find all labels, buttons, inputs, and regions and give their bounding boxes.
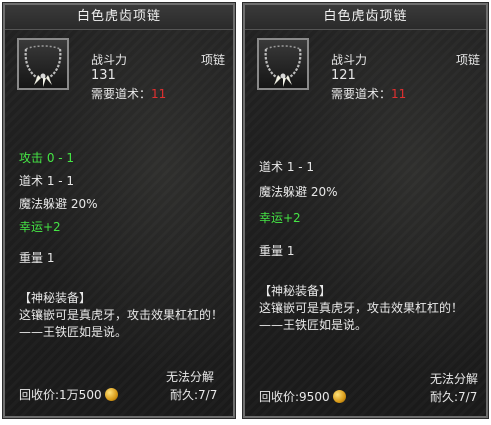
recycle-value: 1万500 [59, 388, 102, 402]
stat-luck: 幸运+2 [259, 211, 301, 225]
mystery-heading: 【神秘装备】 [259, 284, 332, 298]
mystery-description: 【神秘装备】 这镶嵌可是真虎牙，攻击效果杠杠的！——王铁匠如是说。 [19, 290, 229, 341]
stat-taoism: 道术 1 - 1 [259, 160, 315, 174]
gold-coin-icon [332, 390, 346, 403]
gold-coin-icon [104, 388, 118, 401]
item-icon-slot [257, 38, 309, 90]
requirement: 需要道术：11 [91, 85, 166, 102]
recycle-price: 回收价:1万500 [19, 386, 118, 403]
durability: 耐久:7/7 [170, 388, 218, 402]
item-title: 白色虎齿项链 [5, 5, 233, 30]
tiger-tooth-necklace-icon [264, 45, 302, 87]
durability: 耐久:7/7 [430, 390, 478, 404]
mystery-text: 这镶嵌可是真虎牙，攻击效果杠杠的！——王铁匠如是说。 [19, 308, 224, 339]
stat-luck: 幸运+2 [19, 220, 61, 234]
stat-weight: 重量 1 [19, 251, 55, 265]
combat-power-label: 战斗力 [331, 53, 368, 67]
unbreakable-note: 无法分解 [166, 370, 215, 384]
mystery-text: 这镶嵌可是真虎牙，攻击效果杠杠的！——王铁匠如是说。 [259, 301, 464, 332]
item-type: 项链 [456, 53, 481, 67]
requirement: 需要道术：11 [331, 85, 406, 102]
unbreakable-note: 无法分解 [430, 372, 479, 386]
combat-power-value: 121 [331, 68, 356, 83]
combat-power-label: 战斗力 [91, 53, 128, 67]
combat-power-value: 131 [91, 68, 116, 83]
requirement-value: 11 [151, 87, 167, 101]
requirement-label: 需要道术： [91, 87, 152, 101]
requirement-value: 11 [391, 87, 407, 101]
recycle-label: 回收价: [19, 388, 60, 402]
item-type: 项链 [201, 53, 226, 67]
item-title: 白色虎齿项链 [245, 5, 486, 30]
stat-taoism: 道术 1 - 1 [19, 174, 75, 188]
tiger-tooth-necklace-icon [24, 45, 62, 87]
item-tooltip-right: 白色虎齿项链 战斗力 121 需要道术：11 项链 道术 1 - 1 魔法躲避 … [242, 2, 489, 419]
recycle-label: 回收价: [259, 390, 300, 404]
mystery-heading: 【神秘装备】 [19, 291, 92, 305]
recycle-value: 9500 [299, 390, 330, 404]
stat-weight: 重量 1 [259, 244, 295, 258]
stat-attack: 攻击 0 - 1 [19, 151, 75, 165]
item-icon-slot [17, 38, 69, 90]
recycle-price: 回收价:9500 [259, 388, 346, 405]
mystery-description: 【神秘装备】 这镶嵌可是真虎牙，攻击效果杠杠的！——王铁匠如是说。 [259, 283, 469, 334]
stat-magic-evasion: 魔法躲避 20% [259, 185, 338, 199]
stat-magic-evasion: 魔法躲避 20% [19, 197, 98, 211]
requirement-label: 需要道术： [331, 87, 392, 101]
item-tooltip-left: 白色虎齿项链 战斗力 131 需要道术：11 项链 攻击 0 - 1 道术 1 … [2, 2, 236, 419]
